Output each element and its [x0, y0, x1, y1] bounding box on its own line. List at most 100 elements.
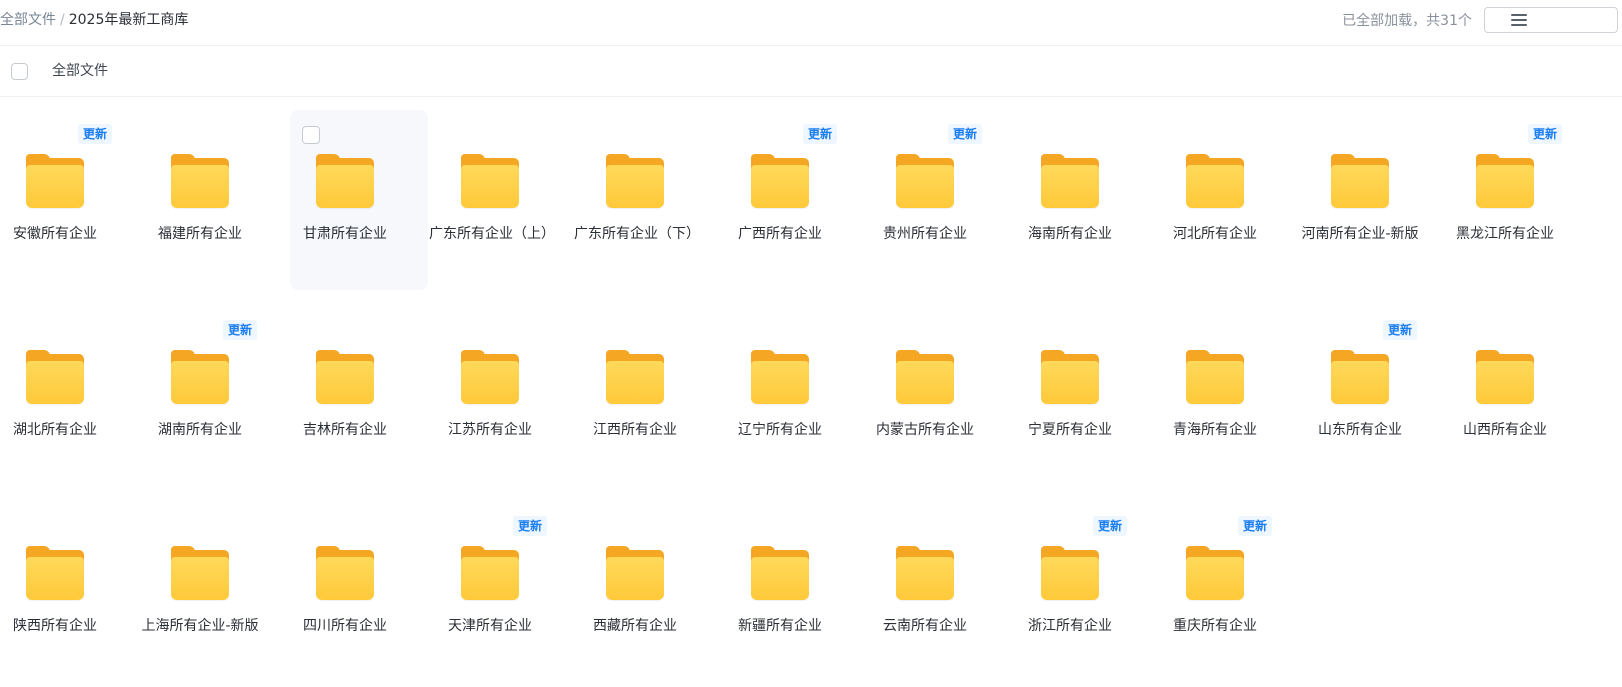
- update-badge: 更新: [78, 124, 113, 144]
- breadcrumb: 全部文件/2025年最新工商库: [0, 10, 188, 30]
- folder-name: 吉林所有企业: [303, 422, 387, 438]
- folder-name: 山东所有企业: [1318, 422, 1402, 438]
- folder-item[interactable]: 辽宁所有企业: [725, 306, 863, 486]
- update-badge: 更新: [1238, 516, 1273, 536]
- update-badge: 更新: [223, 320, 258, 340]
- folder-name: 江西所有企业: [593, 422, 677, 438]
- folder-name: 宁夏所有企业: [1028, 422, 1112, 438]
- folder-item[interactable]: 山西所有企业: [1450, 306, 1588, 486]
- folder-item[interactable]: 河北所有企业: [1160, 110, 1298, 290]
- update-badge: 更新: [948, 124, 983, 144]
- folder-icon: [171, 154, 229, 208]
- folder-icon: [461, 350, 519, 404]
- folder-icon: [896, 546, 954, 600]
- folder-name: 上海所有企业-新版: [141, 618, 259, 634]
- folder-icon: [606, 350, 664, 404]
- folder-item[interactable]: 广东所有企业（上）: [429, 110, 573, 290]
- folder-item[interactable]: 广东所有企业（下）: [574, 110, 718, 290]
- folder-item[interactable]: 更新湖南所有企业: [145, 306, 283, 486]
- update-badge: 更新: [803, 124, 838, 144]
- folder-name: 湖南所有企业: [158, 422, 242, 438]
- folder-item[interactable]: 吉林所有企业: [290, 306, 428, 486]
- list-view-icon: [1510, 14, 1527, 26]
- folder-name: 内蒙古所有企业: [876, 422, 974, 438]
- folder-item[interactable]: 西藏所有企业: [580, 502, 718, 682]
- folder-icon: [461, 546, 519, 600]
- folder-item[interactable]: 宁夏所有企业: [1015, 306, 1153, 486]
- folder-item[interactable]: 更新 广西所有企业: [725, 110, 863, 290]
- folder-item[interactable]: 更新安徽所有企业: [0, 110, 138, 290]
- folder-icon: [606, 546, 664, 600]
- folder-name: 河南所有企业-新版: [1301, 226, 1419, 242]
- folder-item[interactable]: 云南所有企业: [870, 502, 1008, 682]
- folder-icon: [1186, 546, 1244, 600]
- folder-item[interactable]: 甘肃所有企业: [290, 110, 428, 290]
- folder-item[interactable]: 新疆所有企业: [725, 502, 863, 682]
- folder-name: 海南所有企业: [1028, 226, 1112, 242]
- folder-icon: [1476, 154, 1534, 208]
- folder-icon: [316, 546, 374, 600]
- folder-icon: [1186, 154, 1244, 208]
- folder-item[interactable]: 河南所有企业-新版: [1301, 110, 1443, 290]
- breadcrumb-separator: /: [60, 12, 65, 28]
- folder-item[interactable]: 更新 天津所有企业: [435, 502, 573, 682]
- update-badge: 更新: [513, 516, 548, 536]
- folder-item[interactable]: 青海所有企业: [1160, 306, 1298, 486]
- folder-name: 福建所有企业: [158, 226, 242, 242]
- folder-item[interactable]: 更新重庆所有企业: [1160, 502, 1298, 682]
- folder-item[interactable]: 内蒙古所有企业: [870, 306, 1008, 486]
- folder-icon: [26, 546, 84, 600]
- folder-item[interactable]: 更新 山东所有企业: [1305, 306, 1443, 486]
- folder-item[interactable]: 湖北所有企业: [0, 306, 138, 486]
- folder-icon: [316, 154, 374, 208]
- list-view-button[interactable]: [1485, 8, 1552, 32]
- folder-name: 浙江所有企业: [1028, 618, 1112, 634]
- folder-name: 重庆所有企业: [1173, 618, 1257, 634]
- file-list-header: 全部文件: [0, 46, 1622, 97]
- update-badge: 更新: [1528, 124, 1563, 144]
- breadcrumb-root-link[interactable]: 全部文件: [0, 12, 56, 28]
- folder-name: 甘肃所有企业: [303, 226, 387, 242]
- folder-item[interactable]: 海南所有企业: [1015, 110, 1153, 290]
- folder-item[interactable]: 更新 浙江所有企业: [1015, 502, 1153, 682]
- folder-name: 山西所有企业: [1463, 422, 1547, 438]
- folder-item[interactable]: 上海所有企业-新版: [141, 502, 283, 682]
- folder-icon: [316, 350, 374, 404]
- folder-item[interactable]: 江苏所有企业: [435, 306, 573, 486]
- folder-icon: [1041, 350, 1099, 404]
- folder-name: 黑龙江所有企业: [1456, 226, 1554, 242]
- folder-icon: [1476, 350, 1534, 404]
- folder-icon: [751, 350, 809, 404]
- top-bar: 全部文件/2025年最新工商库 已全部加载，共31个: [0, 0, 1622, 46]
- folder-icon: [896, 154, 954, 208]
- folder-item[interactable]: 陕西所有企业: [0, 502, 138, 682]
- folder-icon: [26, 154, 84, 208]
- folder-icon: [1331, 154, 1389, 208]
- select-all-checkbox[interactable]: [11, 63, 28, 80]
- folder-item[interactable]: 四川所有企业: [290, 502, 428, 682]
- folder-item[interactable]: 更新 贵州所有企业: [870, 110, 1008, 290]
- folder-name: 安徽所有企业: [13, 226, 97, 242]
- folder-icon: [1186, 350, 1244, 404]
- folder-item[interactable]: 江西所有企业: [580, 306, 718, 486]
- folder-name: 西藏所有企业: [593, 618, 677, 634]
- folder-icon: [1041, 154, 1099, 208]
- folder-icon: [26, 350, 84, 404]
- folder-name: 青海所有企业: [1173, 422, 1257, 438]
- folder-name: 陕西所有企业: [13, 618, 97, 634]
- folder-name: 四川所有企业: [303, 618, 387, 634]
- load-status-text: 已全部加载，共31个: [1342, 13, 1472, 29]
- folder-icon: [606, 154, 664, 208]
- folder-icon: [896, 350, 954, 404]
- folder-name: 云南所有企业: [883, 618, 967, 634]
- folder-name: 辽宁所有企业: [738, 422, 822, 438]
- select-all-label: 全部文件: [52, 63, 108, 79]
- view-toggle: [1484, 7, 1618, 33]
- folder-icon: [751, 154, 809, 208]
- folder-name: 河北所有企业: [1173, 226, 1257, 242]
- folder-select-checkbox[interactable]: [302, 126, 320, 144]
- folder-icon: [171, 546, 229, 600]
- folder-item[interactable]: 福建所有企业: [145, 110, 283, 290]
- folder-item[interactable]: 更新黑龙江所有企业: [1450, 110, 1588, 290]
- folder-icon: [461, 154, 519, 208]
